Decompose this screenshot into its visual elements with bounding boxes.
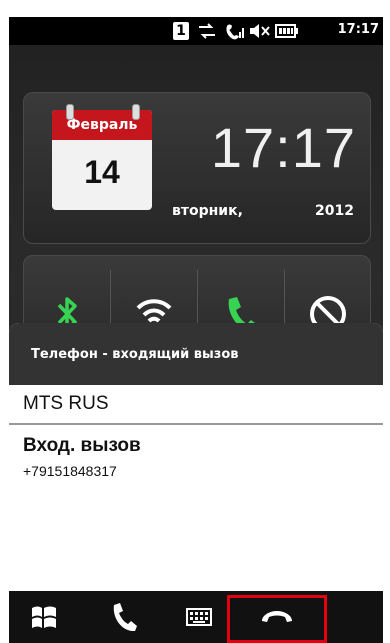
data-transfer-icon [197,21,217,41]
phone-button[interactable] [89,591,159,643]
caller-number: +79151848317 [23,463,117,479]
sim-card-icon: 1 [173,21,189,41]
status-time: 17:17 [337,22,379,37]
bottom-bar [9,591,383,643]
status-bar: 1 17:17 [9,17,383,45]
clock-widget[interactable]: Февраль 14 17:17 вторник, 2012 [23,92,371,244]
dialog-title: Телефон - входящий вызов [9,323,383,385]
calendar-day: 14 [84,154,120,190]
year: 2012 [315,203,354,219]
sim-number: 1 [173,22,189,40]
operator-name: MTS RUS [9,385,383,425]
battery-icon [275,21,299,41]
keyboard-icon [186,608,212,626]
phone-icon [113,603,137,632]
calendar-ring-icon [66,104,74,120]
start-icon [32,606,56,628]
signal-icon [223,21,245,41]
incoming-call-dialog: Телефон - входящий вызов MTS RUS Вход. в… [9,323,383,591]
keyboard-button[interactable] [169,591,229,643]
calendar-ring-icon [132,104,140,120]
end-call-highlight [227,595,327,643]
start-button[interactable] [9,591,79,643]
mute-icon [249,21,271,41]
weekday: вторник, [172,203,243,219]
calendar-icon[interactable]: Февраль 14 [52,110,152,210]
call-type: Вход. вызов [23,435,141,456]
clock-time: 17:17 [210,116,356,179]
